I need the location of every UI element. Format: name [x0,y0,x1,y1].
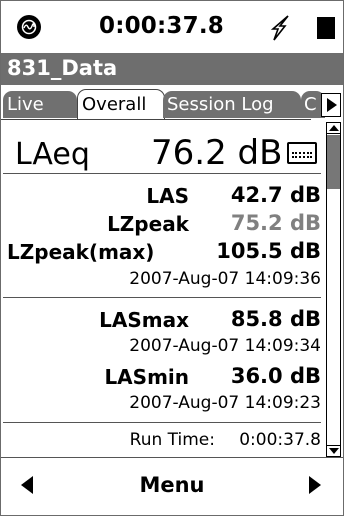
lasmin-label: LASmin [104,365,189,389]
lzpeak-value: 75.2 dB [230,211,321,235]
las-value: 42.7 dB [230,183,321,207]
scroll-down-icon[interactable] [326,445,341,457]
left-arrow-icon[interactable] [19,474,39,498]
instrument-logo-icon [17,15,41,39]
lasmin-value: 36.0 dB [230,364,321,388]
tab-strip: Live Overall Session Log C [1,85,343,119]
battery-icon [317,17,335,39]
lzpeak-max-value: 105.5 dB [216,239,321,263]
file-title: 831_Data [7,56,118,80]
status-bar: 0:00:37.8 [1,1,343,53]
title-bar: 831_Data [1,53,343,85]
display-toggle-icon[interactable] [287,142,317,164]
right-arrow-icon[interactable] [305,474,325,498]
laeq-value: 76.2 dB [151,133,283,173]
external-power-icon [270,15,292,41]
las-label: LAS [146,184,189,208]
menu-button[interactable]: Menu [117,470,227,500]
run-time-value: 0:00:37.8 [239,430,321,450]
lasmax-value: 85.8 dB [230,307,321,331]
scrollbar-thumb[interactable] [327,135,340,189]
device-screen: 0:00:37.8 831_Data Live Overall Session … [0,0,344,516]
softkey-bar: Menu [1,457,343,515]
tab-scroll-right-icon[interactable] [321,93,341,117]
tab-overall[interactable]: Overall [77,89,165,119]
laeq-label: LAeq [15,137,90,172]
lasmax-time: 2007-Aug-07 14:09:34 [129,336,321,356]
lzpeak-max-label: LZpeak(max) [7,240,155,264]
tab-session-log[interactable]: Session Log [163,91,301,118]
divider [3,297,321,298]
lasmin-time: 2007-Aug-07 14:09:23 [129,393,321,413]
overall-panel: LAeq 76.2 dB LAS 42.7 dB LZpeak 75.2 dB … [1,120,325,457]
lzpeak-label: LZpeak [107,212,189,236]
run-time-label: Run Time: [129,430,215,450]
elapsed-time: 0:00:37.8 [99,13,224,39]
lasmax-label: LASmax [99,308,189,332]
tab-live[interactable]: Live [3,91,77,118]
lzpeak-max-time: 2007-Aug-07 14:09:36 [129,269,321,289]
divider [3,422,321,423]
divider [3,173,321,174]
scroll-up-icon[interactable] [326,122,341,134]
